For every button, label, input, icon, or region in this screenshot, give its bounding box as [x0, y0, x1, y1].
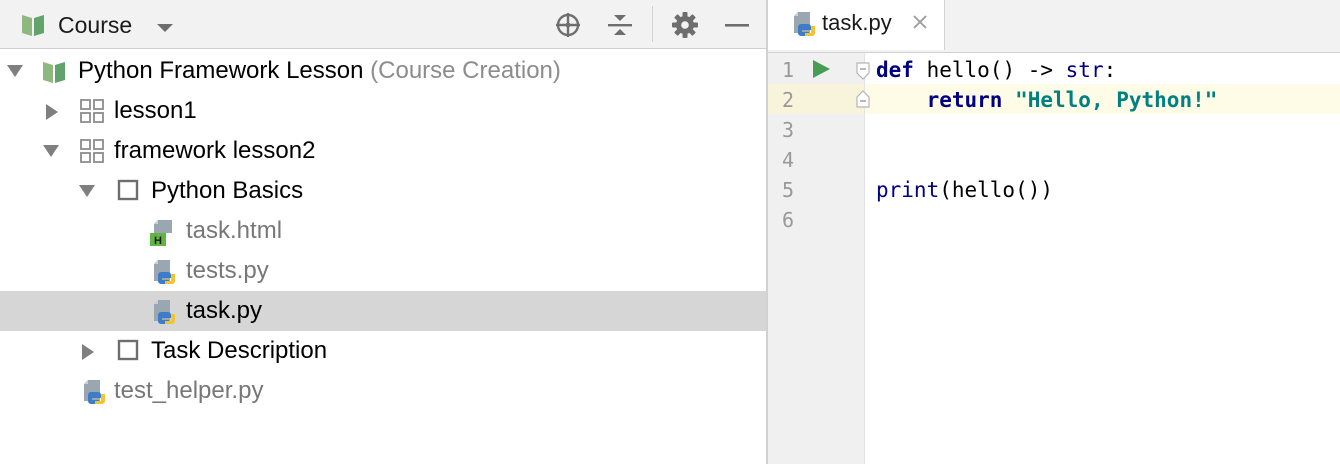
python-file-icon: [150, 259, 178, 292]
project-panel-header: Course: [0, 0, 766, 49]
course-mode: (Course Creation): [370, 57, 561, 84]
html-file-icon: H: [150, 219, 178, 252]
tree-node-test-helper-py[interactable]: test_helper.py: [0, 371, 766, 411]
collapsed-arrow-icon[interactable]: [44, 103, 60, 126]
chevron-down-icon[interactable]: [156, 20, 174, 38]
keyword-return: return: [926, 88, 1003, 112]
string-literal: "Hello, Python!": [1015, 88, 1218, 112]
code-line-5[interactable]: print(hello()): [876, 175, 1053, 205]
project-panel: Course Python Framework Lesson (Course C…: [0, 0, 766, 464]
fold-start-icon[interactable]: [856, 62, 870, 85]
collapsed-arrow-icon[interactable]: [80, 343, 96, 366]
tree-node-python-basics[interactable]: Python Basics: [0, 171, 766, 211]
expand-arrow-icon[interactable]: [42, 143, 60, 164]
tree-node-task-py[interactable]: task.py: [0, 291, 766, 331]
line-number: 2: [781, 88, 794, 112]
editor-tab-bar: task.py: [768, 0, 1340, 53]
tab-label: task.py: [822, 10, 892, 35]
tree-node-task-html[interactable]: H task.html: [0, 211, 766, 251]
expand-arrow-icon[interactable]: [6, 63, 24, 84]
editor-gutter[interactable]: 1 2 3 4 5 6: [768, 53, 865, 464]
line-number: 5: [781, 178, 794, 202]
code-text: :: [1103, 58, 1117, 82]
tree-node-label: framework lesson2: [114, 137, 316, 164]
tree-node-lesson1[interactable]: lesson1: [0, 91, 766, 131]
tree-node-label: lesson1: [114, 97, 197, 124]
python-file-icon: [150, 299, 178, 332]
run-icon[interactable]: [810, 58, 832, 85]
fold-end-icon[interactable]: [856, 90, 870, 113]
tree-node-course[interactable]: Python Framework Lesson (Course Creation…: [0, 51, 766, 91]
line-number: 4: [781, 148, 794, 172]
tree-node-label: task.html: [186, 217, 283, 244]
lesson-icon: [80, 99, 104, 128]
line-number: 1: [781, 58, 794, 82]
tree-node-framework-lesson2[interactable]: framework lesson2: [0, 131, 766, 171]
svg-text:H: H: [154, 235, 162, 247]
python-file-icon: [790, 11, 818, 44]
book-icon: [20, 12, 46, 43]
type-str: str: [1065, 58, 1104, 82]
tree-node-label: task.py: [186, 297, 263, 324]
toolbar-separator: [652, 6, 653, 42]
editor-tab-task-py[interactable]: task.py: [768, 0, 945, 50]
tree-node-label: Python Basics: [151, 177, 304, 204]
expand-arrow-icon[interactable]: [78, 183, 96, 204]
code-text: hello() ->: [913, 58, 1066, 82]
task-icon: [117, 339, 139, 366]
collapse-all-icon[interactable]: [605, 10, 635, 40]
tree-node-task-description[interactable]: Task Description: [0, 331, 766, 371]
code-line-2[interactable]: return "Hello, Python!": [876, 85, 1218, 115]
tree-node-tests-py[interactable]: tests.py: [0, 251, 766, 291]
gear-icon[interactable]: [670, 10, 700, 40]
tree-node-label: Python Framework Lesson (Course Creation…: [78, 56, 561, 86]
python-file-icon: [80, 379, 108, 412]
book-icon: [41, 59, 67, 90]
code-text: (hello()): [939, 178, 1054, 202]
line-number: 6: [781, 208, 794, 232]
minimize-icon[interactable]: [722, 10, 752, 40]
ide-window: Course Python Framework Lesson (Course C…: [0, 0, 1340, 464]
tree-node-label: tests.py: [186, 257, 269, 284]
tree-node-label: test_helper.py: [114, 377, 264, 404]
crosshair-icon[interactable]: [553, 10, 583, 40]
panel-title[interactable]: Course: [58, 11, 132, 39]
close-icon[interactable]: [911, 13, 929, 36]
task-icon: [117, 179, 139, 206]
line-number: 3: [781, 118, 794, 142]
code-editor: task.py 1 2 3 4 5 6 def hello() -> str: …: [768, 0, 1340, 464]
builtin-print: print: [876, 178, 940, 202]
lesson-icon: [80, 139, 104, 168]
code-line-1[interactable]: def hello() -> str:: [876, 55, 1116, 85]
keyword-def: def: [876, 58, 914, 82]
course-name: Python Framework Lesson: [78, 57, 364, 84]
tree-node-label: Task Description: [151, 337, 328, 364]
